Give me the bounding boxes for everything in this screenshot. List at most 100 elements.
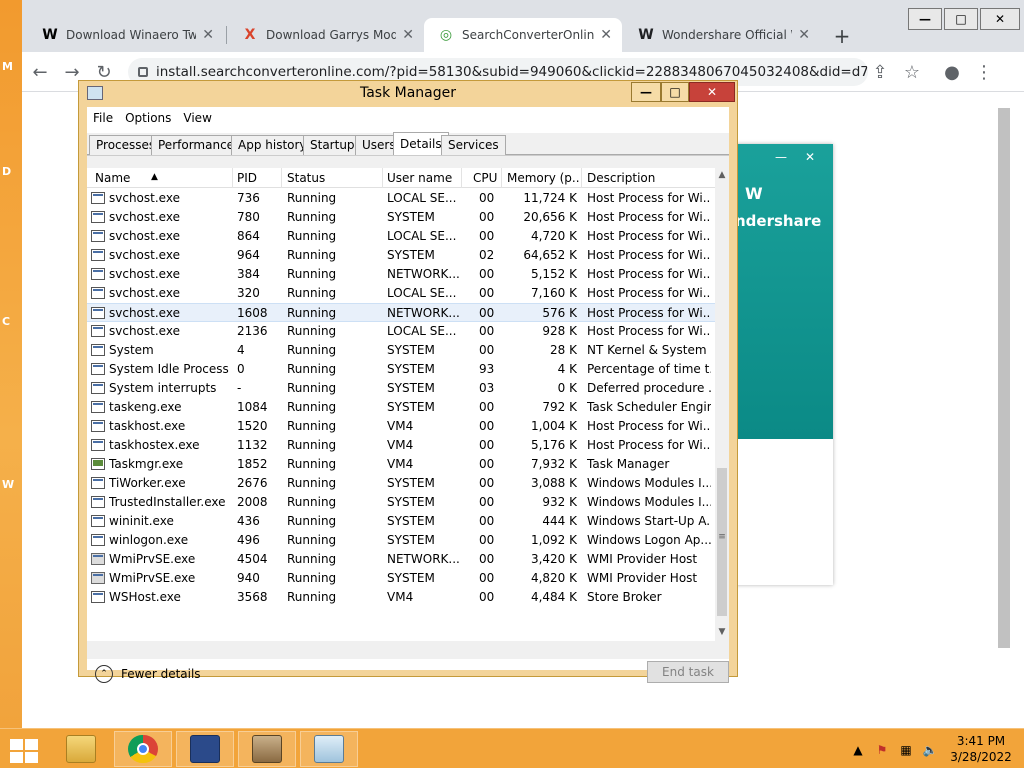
- column-divider[interactable]: [232, 168, 233, 188]
- menu-options[interactable]: Options: [119, 107, 177, 129]
- table-row[interactable]: svchost.exe 320 Running LOCAL SE... 00 7,160 …: [87, 284, 715, 303]
- column-header-description[interactable]: Description: [587, 171, 655, 185]
- table-row[interactable]: WSHost.exe 3568 Running VM4 00 4,484 K Store B…: [87, 588, 715, 607]
- lock-icon[interactable]: [138, 67, 148, 77]
- column-divider[interactable]: [581, 168, 582, 188]
- browser-menu-icon[interactable]: ⋮: [972, 60, 996, 84]
- table-row[interactable]: TrustedInstaller.exe 2008 Running SYSTEM 00 9…: [87, 493, 715, 512]
- table-row[interactable]: svchost.exe 736 Running LOCAL SE... 00 11,724…: [87, 189, 715, 208]
- browser-tab-garrys-mod[interactable]: X Download Garrys Mod v1 ✕: [228, 18, 424, 52]
- network-icon[interactable]: ▦: [898, 742, 914, 758]
- column-divider[interactable]: [461, 168, 462, 188]
- tm-minimize-button[interactable]: —: [631, 82, 661, 102]
- ws-minimize-button[interactable]: —: [775, 150, 787, 164]
- table-row[interactable]: WmiPrvSE.exe 940 Running SYSTEM 00 4,820 K WMI…: [87, 569, 715, 588]
- table-row[interactable]: svchost.exe 964 Running SYSTEM 02 64,652 K Hos…: [87, 246, 715, 265]
- table-row[interactable]: System Idle Process 0 Running SYSTEM 93 4 K Pe…: [87, 360, 715, 379]
- table-row[interactable]: taskhost.exe 1520 Running VM4 00 1,004 K Host …: [87, 417, 715, 436]
- desktop-icon-label[interactable]: W: [2, 478, 14, 491]
- browser-minimize-button[interactable]: —: [908, 8, 942, 30]
- bookmark-star-icon[interactable]: ☆: [900, 60, 924, 84]
- table-row[interactable]: Taskmgr.exe 1852 Running VM4 00 7,932 K Task M…: [87, 455, 715, 474]
- table-row[interactable]: svchost.exe 2136 Running LOCAL SE... 00 928 K…: [87, 322, 715, 341]
- browser-tab-wondershare[interactable]: W Wondershare Official We ✕: [624, 18, 820, 52]
- cell-description: WMI Provider Host: [587, 571, 698, 585]
- column-header-user-name[interactable]: User name: [387, 171, 452, 185]
- share-icon[interactable]: ⇪: [868, 60, 892, 84]
- column-divider[interactable]: [382, 168, 383, 188]
- browser-close-button[interactable]: ✕: [980, 8, 1020, 30]
- browser-tab-winaero[interactable]: W Download Winaero Twea ✕: [28, 18, 224, 52]
- url-text: install.searchconverteronline.com/?pid=5…: [156, 64, 868, 80]
- end-task-button[interactable]: End task: [647, 661, 729, 683]
- tab-close-icon[interactable]: ✕: [600, 27, 612, 43]
- desktop-icon-label[interactable]: C: [2, 315, 10, 328]
- table-row[interactable]: svchost.exe 384 Running NETWORK... 00 5,152 K…: [87, 265, 715, 284]
- table-row[interactable]: taskeng.exe 1084 Running SYSTEM 00 792 K Task …: [87, 398, 715, 417]
- taskbar-app-bird[interactable]: [176, 731, 234, 767]
- tab-close-icon[interactable]: ✕: [798, 27, 810, 43]
- desktop-icon-label[interactable]: M: [2, 60, 13, 73]
- menu-file[interactable]: File: [87, 107, 119, 129]
- tab-close-icon[interactable]: ✕: [402, 27, 414, 43]
- cell-pid: 436: [237, 514, 260, 528]
- cell-status: Running: [287, 267, 337, 281]
- column-divider[interactable]: [501, 168, 502, 188]
- tab-startup[interactable]: Startup: [303, 135, 362, 155]
- chevron-up-icon: ⌃: [95, 665, 113, 683]
- table-row[interactable]: wininit.exe 436 Running SYSTEM 00 444 K Window…: [87, 512, 715, 531]
- table-row[interactable]: svchost.exe 864 Running LOCAL SE... 00 4,720 …: [87, 227, 715, 246]
- profile-icon[interactable]: ●: [940, 60, 964, 84]
- task-manager-titlebar[interactable]: Task Manager — □ ✕: [79, 81, 737, 107]
- table-row[interactable]: System 4 Running SYSTEM 00 28 K NT Kernel & Sy…: [87, 341, 715, 360]
- column-divider[interactable]: [281, 168, 282, 188]
- column-header-pid[interactable]: PID: [237, 171, 257, 185]
- column-header-memory[interactable]: Memory (p...: [507, 171, 579, 185]
- tab-performance[interactable]: Performance: [151, 135, 242, 155]
- action-center-flag-icon[interactable]: ⚑: [874, 742, 890, 758]
- browser-maximize-button[interactable]: □: [944, 8, 978, 30]
- browser-tab-searchconverter[interactable]: ◎ SearchConverterOnline ✕: [424, 18, 622, 52]
- table-row[interactable]: svchost.exe 780 Running SYSTEM 00 20,656 K Hos…: [87, 208, 715, 227]
- fewer-details-toggle[interactable]: ⌃ Fewer details: [95, 664, 201, 684]
- ws-close-button[interactable]: ✕: [805, 150, 815, 164]
- volume-icon[interactable]: 🔈: [922, 742, 938, 758]
- cell-user: VM4: [387, 419, 414, 433]
- tab-title: SearchConverterOnline: [462, 28, 595, 42]
- column-header-cpu[interactable]: CPU: [473, 171, 497, 185]
- tm-close-button[interactable]: ✕: [689, 82, 735, 102]
- table-row[interactable]: winlogon.exe 496 Running SYSTEM 00 1,092 K Win…: [87, 531, 715, 550]
- tab-services[interactable]: Services: [441, 135, 506, 155]
- taskbar-task-manager[interactable]: [300, 731, 358, 767]
- back-icon[interactable]: ←: [28, 60, 52, 84]
- table-row[interactable]: taskhostex.exe 1132 Running VM4 00 5,176 K Hos…: [87, 436, 715, 455]
- page-scrollbar[interactable]: [998, 98, 1010, 710]
- system-clock[interactable]: 3:41 PM 3/28/2022: [948, 733, 1014, 765]
- table-row[interactable]: System interrupts - Running SYSTEM 03 0 K Defe…: [87, 379, 715, 398]
- taskbar-archive-app[interactable]: [238, 731, 296, 767]
- table-row[interactable]: WmiPrvSE.exe 4504 Running NETWORK... 00 3,420…: [87, 550, 715, 569]
- new-tab-button[interactable]: +: [828, 22, 856, 50]
- page-scrollbar-thumb[interactable]: [998, 108, 1010, 648]
- column-header-status[interactable]: Status: [287, 171, 325, 185]
- table-scrollbar[interactable]: ▲ ≡ ▼: [715, 168, 729, 641]
- taskbar-file-explorer[interactable]: [52, 731, 110, 767]
- cell-user: NETWORK...: [387, 552, 460, 566]
- table-scrollbar-thumb[interactable]: ≡: [717, 468, 727, 616]
- column-header-name[interactable]: Name: [95, 171, 130, 185]
- tab-close-icon[interactable]: ✕: [202, 27, 214, 43]
- process-icon: [91, 420, 105, 432]
- scroll-down-arrow-icon[interactable]: ▼: [717, 627, 727, 639]
- tray-chevron-icon[interactable]: ▲: [850, 742, 866, 758]
- tab-app-history[interactable]: App history: [231, 135, 314, 155]
- desktop-icon-label[interactable]: D: [2, 165, 11, 178]
- scroll-up-arrow-icon[interactable]: ▲: [717, 170, 727, 182]
- cell-user: VM4: [387, 590, 414, 604]
- start-button[interactable]: [8, 737, 38, 763]
- taskbar-chrome[interactable]: [114, 731, 172, 767]
- table-row[interactable]: svchost.exe 1608 Running NETWORK... 00 576 K H…: [87, 303, 715, 322]
- tm-maximize-button[interactable]: □: [661, 82, 689, 102]
- menu-view[interactable]: View: [177, 107, 217, 129]
- cell-user: LOCAL SE...: [387, 286, 457, 300]
- table-row[interactable]: TiWorker.exe 2676 Running SYSTEM 00 3,088 K Wi…: [87, 474, 715, 493]
